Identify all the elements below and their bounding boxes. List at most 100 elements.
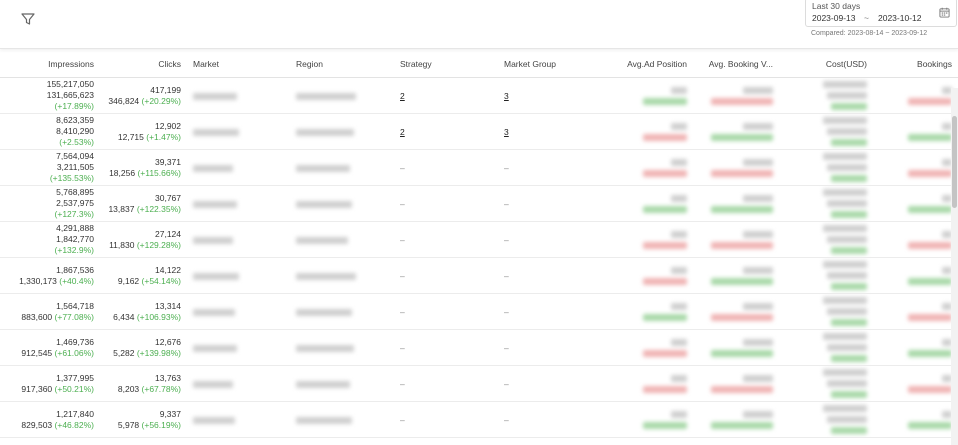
avg-booking-value-cell — [693, 113, 779, 150]
impressions-previous: 8,410,290 — [56, 126, 94, 136]
clicks-delta: (+54.14%) — [141, 275, 181, 286]
col-strategy[interactable]: Strategy — [394, 50, 498, 78]
redacted-value — [711, 277, 773, 285]
redacted-value — [827, 272, 867, 280]
redacted-value — [671, 86, 687, 94]
clicks-cell: 417,199 346,824 (+20.29%) — [100, 77, 187, 114]
redacted-value — [743, 230, 773, 238]
col-cost[interactable]: Cost(USD) — [779, 50, 873, 78]
strategy-cell: – — [394, 149, 498, 186]
market-group-value: – — [504, 378, 509, 389]
redacted-value — [193, 236, 233, 244]
cost-cell — [779, 401, 873, 438]
market-group-value[interactable]: 3 — [504, 91, 509, 101]
redacted-value — [193, 272, 239, 280]
impressions-value: 155,217,050 — [46, 79, 94, 89]
bookings-cell — [873, 401, 958, 438]
table-row[interactable]: 1,564,718 883,600 (+77.08%) 13,314 6,434 (+… — [0, 293, 958, 330]
market-group-value[interactable]: 3 — [504, 127, 509, 137]
filter-icon[interactable] — [20, 11, 36, 27]
redacted-value — [643, 241, 687, 249]
market-group-cell: – — [498, 293, 600, 330]
table-row[interactable]: 1,469,736 912,545 (+61.06%) 12,676 5,282 (+… — [0, 329, 958, 366]
impressions-delta: (+61.06%) — [54, 347, 94, 358]
market-group-cell[interactable]: 3 — [498, 113, 600, 150]
table-row[interactable]: 1,217,840 829,503 (+46.82%) 9,337 5,978 (+5… — [0, 401, 958, 438]
impressions-delta: (+46.82%) — [54, 419, 94, 430]
avg-ad-position-cell — [600, 185, 693, 222]
market-group-cell: – — [498, 257, 600, 294]
region-cell — [290, 221, 394, 258]
redacted-value — [711, 349, 773, 357]
calendar-icon[interactable] — [939, 7, 950, 18]
clicks-value: 39,371 — [155, 156, 181, 167]
table-row[interactable]: 5,768,895 2,537,975 (+127.3%) 30,767 13,837 … — [0, 185, 958, 222]
strategy-cell[interactable]: 2 — [394, 77, 498, 114]
strategy-value: – — [400, 414, 405, 425]
compared-range: Compared: 2023-08-14 ~ 2023-09-12 — [811, 30, 928, 37]
col-market[interactable]: Market — [187, 50, 290, 78]
redacted-value — [711, 205, 773, 213]
date-range-picker[interactable]: Last 30 days 2023-09-13 ~ 2023-10-12 — [805, 0, 957, 27]
clicks-cell: 30,767 13,837 (+122.35%) — [100, 185, 187, 222]
impressions-delta: (+77.08%) — [54, 311, 94, 322]
col-avg-booking-value[interactable]: Avg. Booking V... — [693, 50, 779, 78]
redacted-value — [671, 194, 687, 202]
col-bookings[interactable]: Bookings — [873, 50, 958, 78]
market-group-cell[interactable]: 3 — [498, 77, 600, 114]
redacted-value — [643, 421, 687, 429]
avg-ad-position-cell — [600, 293, 693, 330]
col-avg-ad-position[interactable]: Avg.Ad Position — [600, 50, 693, 78]
table-row[interactable]: 7,564,094 3,211,505 (+135.53%) 39,371 18,256… — [0, 149, 958, 186]
clicks-value: 13,763 — [155, 372, 181, 383]
clicks-previous: 13,837 — [108, 203, 135, 214]
vertical-scrollbar[interactable] — [951, 88, 958, 445]
data-grid: Impressions Clicks Market Region Strateg… — [0, 50, 958, 445]
cost-cell — [779, 221, 873, 258]
bookings-cell — [873, 185, 958, 222]
redacted-value — [193, 416, 235, 424]
redacted-value — [711, 169, 773, 177]
col-impressions[interactable]: Impressions — [0, 50, 100, 78]
table-row[interactable]: 8,623,359 8,410,290 (+2.53%) 12,902 12,715 (… — [0, 113, 958, 150]
redacted-value — [671, 374, 687, 382]
table-row[interactable]: 155,217,050 131,665,623 (+17.89%) 417,199 34… — [0, 77, 958, 114]
market-cell — [187, 365, 290, 402]
table-row[interactable]: 1,377,995 917,360 (+50.21%) 13,763 8,203 (+… — [0, 365, 958, 402]
table-row[interactable]: 4,291,888 1,842,770 (+132.9%) 27,124 11,830 … — [0, 221, 958, 258]
clicks-delta: (+106.93%) — [136, 311, 181, 322]
strategy-value[interactable]: 2 — [400, 91, 405, 101]
strategy-value: – — [400, 234, 405, 245]
redacted-value — [193, 128, 239, 136]
strategy-value[interactable]: 2 — [400, 127, 405, 137]
redacted-value — [823, 117, 867, 125]
impressions-delta: (+127.3%) — [54, 209, 94, 219]
scrollbar-thumb[interactable] — [952, 116, 957, 208]
redacted-value — [908, 277, 952, 285]
strategy-value: – — [400, 306, 405, 317]
region-cell — [290, 257, 394, 294]
clicks-cell: 27,124 11,830 (+129.28%) — [100, 221, 187, 258]
col-clicks[interactable]: Clicks — [100, 50, 187, 78]
impressions-previous: 912,545 — [21, 347, 53, 358]
toolbar: Last 30 days 2023-09-13 ~ 2023-10-12 Com… — [0, 0, 958, 49]
clicks-value: 12,902 — [155, 120, 181, 131]
redacted-value — [296, 380, 350, 388]
market-cell — [187, 293, 290, 330]
bookings-cell — [873, 329, 958, 366]
impressions-previous: 1,842,770 — [56, 234, 94, 244]
market-cell — [187, 185, 290, 222]
clicks-value: 14,122 — [155, 264, 181, 275]
redacted-value — [823, 333, 867, 341]
bookings-cell — [873, 221, 958, 258]
table-row[interactable]: 1,867,536 1,330,173 (+40.4%) 14,122 9,162 (… — [0, 257, 958, 294]
redacted-value — [831, 139, 867, 147]
redacted-value — [743, 158, 773, 166]
col-market-group[interactable]: Market Group — [498, 50, 600, 78]
col-region[interactable]: Region — [290, 50, 394, 78]
strategy-value: – — [400, 162, 405, 173]
market-group-value: – — [504, 198, 509, 209]
avg-booking-value-cell — [693, 365, 779, 402]
redacted-value — [831, 175, 867, 183]
strategy-cell[interactable]: 2 — [394, 113, 498, 150]
